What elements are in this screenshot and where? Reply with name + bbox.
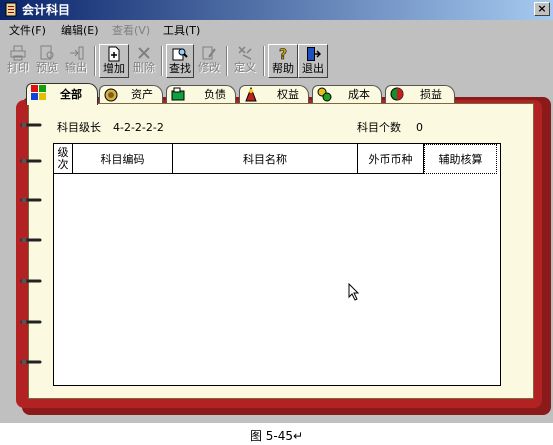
tab-liabilities[interactable]: 负债 <box>166 85 236 104</box>
column-header-currency[interactable]: 外币币种 <box>358 144 424 174</box>
tab-profit-loss-label: 损益 <box>420 88 442 101</box>
export-icon <box>70 46 84 60</box>
print-button[interactable]: 打印 <box>4 44 32 78</box>
toolbar-separator <box>226 46 228 76</box>
tab-cost[interactable]: 成本 <box>312 85 382 104</box>
close-button[interactable]: × <box>534 2 550 16</box>
help-button[interactable]: ? 帮助 <box>268 44 298 78</box>
column-header-code[interactable]: 科目编码 <box>73 144 173 174</box>
menu-view[interactable]: 查看(V) <box>112 24 150 38</box>
add-label: 增加 <box>103 62 125 75</box>
preview-label: 预览 <box>36 61 58 74</box>
preview-button[interactable]: 预览 <box>32 44 62 78</box>
toolbar: 打印 预览 输出 增加 删除 查找 修改 定义 ? 帮助 退出 <box>0 42 553 78</box>
subjects-table[interactable]: 级次 科目编码 科目名称 外币币种 辅助核算 <box>53 143 501 386</box>
modify-button[interactable]: 修改 <box>195 44 223 78</box>
tab-cost-label: 成本 <box>348 88 370 101</box>
binder-ring-icon <box>20 197 42 203</box>
help-icon: ? <box>279 47 288 62</box>
export-button[interactable]: 输出 <box>62 44 90 78</box>
assets-icon <box>104 88 118 102</box>
subject-level-value: 4-2-2-2-2 <box>113 121 164 134</box>
delete-x-icon <box>138 47 150 59</box>
cost-icon <box>317 87 332 102</box>
delete-label: 删除 <box>133 61 155 74</box>
exit-door-icon <box>307 47 321 61</box>
tab-assets-label: 资产 <box>131 88 153 101</box>
printer-icon <box>10 45 26 61</box>
modify-label: 修改 <box>198 61 220 74</box>
column-header-level[interactable]: 级次 <box>54 144 73 174</box>
find-label: 查找 <box>169 62 191 75</box>
equity-icon <box>245 87 257 102</box>
tab-equity-label: 权益 <box>277 88 299 101</box>
menu-bar: 文件(F) 编辑(E) 查看(V) 工具(T) <box>0 22 553 40</box>
tab-liabilities-label: 负债 <box>204 88 226 101</box>
column-header-name[interactable]: 科目名称 <box>173 144 358 174</box>
accounting-subjects-window: 会计科目 × 文件(F) 编辑(E) 查看(V) 工具(T) 打印 预览 输出 <box>0 0 553 423</box>
tab-all[interactable]: 全部 <box>26 83 98 105</box>
subject-level-label: 科目级长 <box>57 121 101 134</box>
svg-text:?: ? <box>279 47 287 62</box>
profit-loss-icon <box>390 87 404 101</box>
preview-icon <box>40 45 54 60</box>
find-button[interactable]: 查找 <box>166 44 194 78</box>
toolbar-separator <box>263 46 265 76</box>
delete-button[interactable]: 删除 <box>130 44 158 78</box>
export-label: 输出 <box>65 61 87 74</box>
app-icon <box>5 2 17 17</box>
subject-count-value: 0 <box>416 121 423 134</box>
liabilities-icon <box>171 87 185 101</box>
menu-tools[interactable]: 工具(T) <box>163 24 200 38</box>
define-icon <box>238 46 252 60</box>
all-category-icon <box>31 85 46 100</box>
mouse-pointer-icon <box>348 283 360 301</box>
tab-assets[interactable]: 资产 <box>99 85 163 104</box>
binder-ring-icon <box>20 237 42 243</box>
find-icon <box>172 48 188 61</box>
binder-ring-icon <box>20 319 42 325</box>
define-label: 定义 <box>234 61 256 74</box>
window-title: 会计科目 <box>22 3 71 17</box>
figure-caption: 图 5-45↵ <box>249 429 304 443</box>
tab-equity[interactable]: 权益 <box>239 85 309 104</box>
subject-count-label: 科目个数 <box>357 121 401 134</box>
binder-ring-icon <box>20 359 42 365</box>
edit-icon <box>202 46 216 60</box>
toolbar-separator <box>94 46 96 76</box>
toolbar-separator <box>161 46 163 76</box>
exit-button[interactable]: 退出 <box>298 44 328 78</box>
menu-file[interactable]: 文件(F) <box>9 24 46 38</box>
title-bar: 会计科目 × <box>0 0 553 20</box>
help-label: 帮助 <box>272 62 294 75</box>
define-button[interactable]: 定义 <box>231 44 259 78</box>
exit-label: 退出 <box>302 62 324 75</box>
print-label: 打印 <box>7 61 29 74</box>
binder-ring-icon <box>20 278 42 284</box>
add-button[interactable]: 增加 <box>99 44 129 78</box>
menu-edit[interactable]: 编辑(E) <box>61 24 99 38</box>
tab-profit-loss[interactable]: 损益 <box>385 85 455 104</box>
tab-all-label: 全部 <box>60 88 82 101</box>
column-header-auxiliary[interactable]: 辅助核算 <box>424 144 497 174</box>
binder-ring-icon <box>20 158 42 164</box>
binder-ring-icon <box>20 122 42 128</box>
add-document-icon <box>108 46 120 62</box>
